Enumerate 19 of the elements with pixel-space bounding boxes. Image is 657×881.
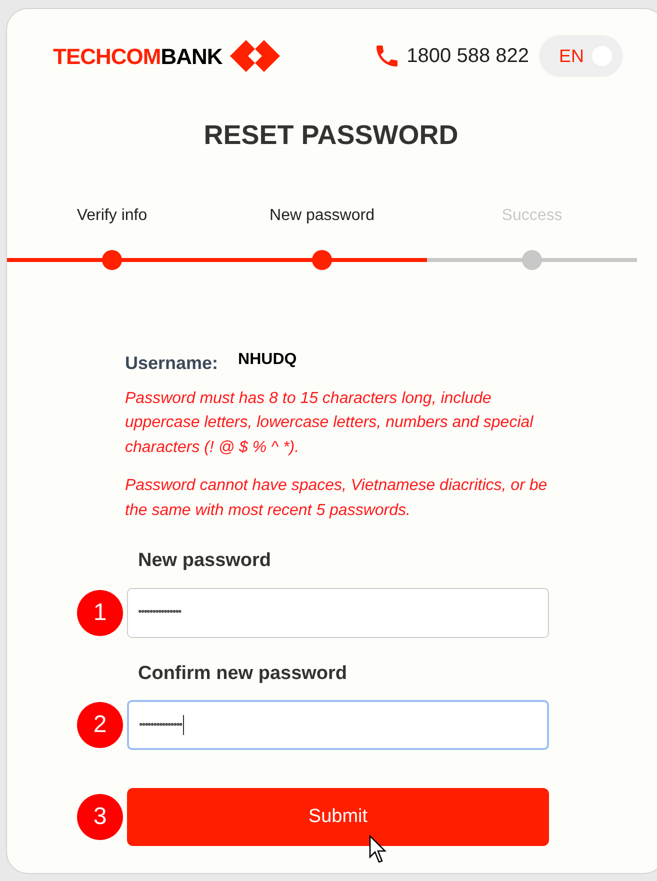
password-field[interactable]: ••••••••••••••• bbox=[127, 588, 549, 638]
hotline-number: 1800 588 822 bbox=[406, 44, 529, 69]
diamond-logo-icon bbox=[230, 40, 280, 72]
bank-logo-text: TECHCOMBANK bbox=[53, 42, 222, 70]
field-label: Confirm new password bbox=[138, 662, 348, 686]
step-label: Verify info bbox=[76, 206, 148, 226]
step-marker: 1 bbox=[77, 590, 123, 636]
step-marker: 2 bbox=[77, 702, 123, 748]
submit-button[interactable]: Submit bbox=[127, 788, 549, 846]
password-rule: Password cannot have spaces, Vietnamese diacritics, or be the same with most recent 5 passwords. bbox=[125, 476, 548, 520]
username-label: Username: bbox=[125, 352, 218, 374]
mouse-cursor-icon bbox=[369, 835, 389, 865]
step-label: New password bbox=[270, 206, 374, 226]
password-field[interactable]: ••••••••••••••• bbox=[127, 700, 549, 750]
step-marker: 3 bbox=[77, 794, 123, 840]
field-label: New password bbox=[138, 549, 272, 573]
password-rule: Password must has 8 to 15 characters long, include uppercase letters, lowercase letters, numbers and special characters (! @ $ % ^ *). bbox=[125, 388, 534, 458]
page-title: RESET PASSWORD bbox=[202, 119, 460, 152]
username-value: NHUDQ bbox=[238, 350, 297, 370]
